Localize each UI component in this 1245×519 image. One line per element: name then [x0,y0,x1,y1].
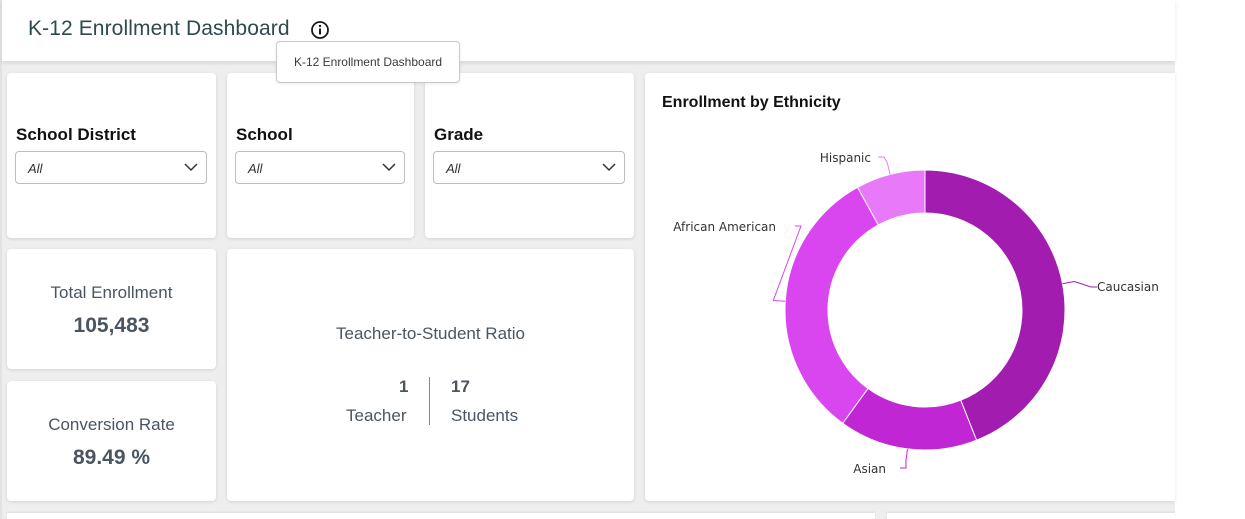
conversion-rate-card: Conversion Rate 89.49 % [7,381,216,501]
kpi-label: Conversion Rate [48,415,175,434]
enrollment-by-ethnicity-card: Enrollment by Ethnicity Caucasian Asian Af… [645,73,1175,501]
label-leader-line [900,448,908,469]
select-value: All [28,161,43,176]
ratio-title: Teacher-to-Student Ratio [336,324,525,343]
bottom-card-left [7,513,875,519]
dashboard-header: K-12 Enrollment Dashboard [2,0,1175,61]
slice-label: Asian [853,462,886,476]
chevron-down-icon [602,163,616,172]
student-label: Students [451,406,519,425]
ratio-divider [429,377,430,425]
donut-slice-caucasian[interactable] [924,169,1066,441]
teacher-count: 1 [399,377,409,396]
select-value: All [248,161,263,176]
filter-label: Grade [434,125,484,144]
filter-card-school-district: School District All [7,73,216,238]
filter-label: School District [16,125,136,144]
slice-label: Hispanic [820,151,871,165]
total-enrollment-card: Total Enrollment 105,483 [7,249,216,369]
donut-slice-asian[interactable] [842,387,978,451]
teacher-label: Teacher [346,406,407,425]
chevron-down-icon [382,163,396,172]
slice-label: Caucasian [1097,280,1159,294]
grade-select[interactable]: All [433,151,625,184]
bottom-card-right [887,513,1175,519]
kpi-label: Total Enrollment [50,283,173,302]
title-tooltip: K-12 Enrollment Dashboard [276,41,460,83]
select-value: All [446,161,461,176]
chevron-down-icon [184,163,198,172]
filter-label: School [236,125,293,144]
page-title: K-12 Enrollment Dashboard [28,17,290,40]
teacher-student-ratio-card: Teacher-to-Student Ratio 1 Teacher 17 St… [227,249,634,501]
filter-card-grade: Grade All [425,73,634,238]
kpi-value: 89.49 % [72,446,151,469]
filter-card-school: School All [227,73,414,238]
label-leader-line [1062,281,1097,288]
slice-label: African American [673,220,776,234]
kpi-value: 105,483 [73,314,150,337]
student-count: 17 [451,377,470,396]
school-district-select[interactable]: All [15,151,207,184]
page-margin [1175,0,1245,519]
donut-slice-african-american[interactable] [784,186,879,424]
info-circle-icon[interactable] [310,20,330,40]
ethnicity-donut-chart: Caucasian Asian African American Hispanic [673,151,1159,476]
label-leader-line [878,156,891,175]
school-select[interactable]: All [235,151,405,184]
